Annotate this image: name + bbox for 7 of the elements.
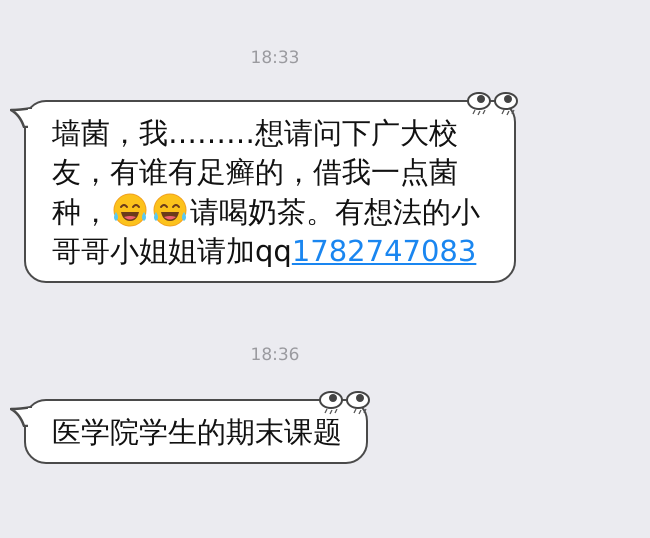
- timestamp: 18:36: [250, 345, 300, 365]
- phone-link[interactable]: 1782747083: [292, 234, 476, 268]
- timestamp: 18:33: [250, 48, 300, 68]
- message-text: 医学院学生的期末课题: [52, 414, 342, 451]
- laughing-emoji-icon: [151, 192, 189, 228]
- laughing-emoji-icon: [111, 192, 149, 228]
- message-text: 墙菌，我………想请问下广大校友，有谁有足癣的，借我一点菌种， 请喝奶茶。有想法的小哥哥小姐姐请加qq1782747083: [52, 115, 481, 270]
